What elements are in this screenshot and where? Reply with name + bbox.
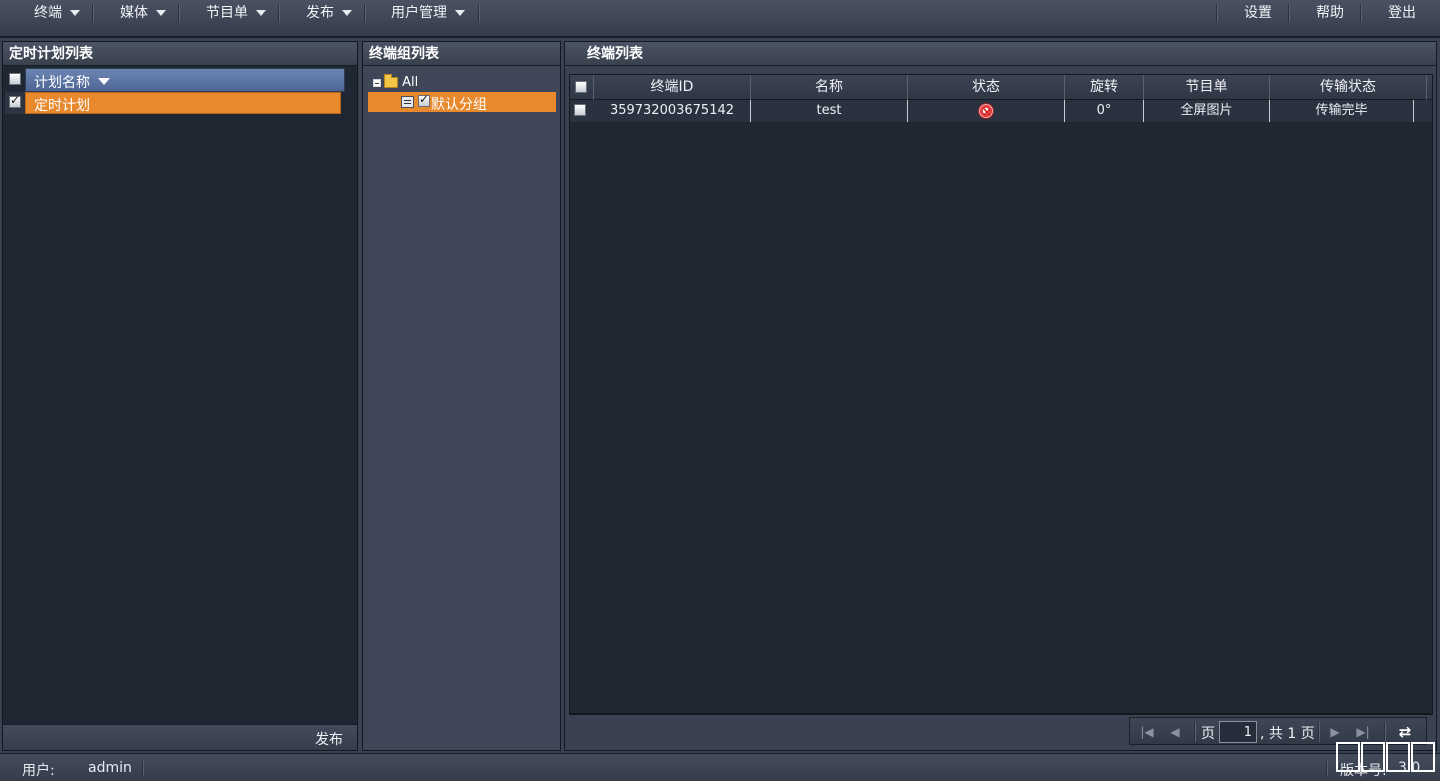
error-icon <box>978 101 994 123</box>
plan-row[interactable]: 定时计划 <box>25 92 341 114</box>
terminal-list-panel: 终端列表 终端ID 名称 状态 旋转 节目单 传输状态 359732003675… <box>564 41 1437 751</box>
menu-divider <box>1216 4 1217 22</box>
prev-page-icon[interactable]: ◀ <box>1166 723 1184 741</box>
plan-column-header-label: 计划名称 <box>34 75 90 91</box>
cell-name: test <box>751 100 908 122</box>
chevron-down-icon <box>70 10 80 16</box>
plan-select-all-checkbox[interactable] <box>9 73 21 85</box>
terminal-panel-title: 终端列表 <box>565 42 1436 66</box>
user-value: admin <box>88 760 132 776</box>
chevron-down-icon <box>256 10 266 16</box>
first-page-icon[interactable]: |◀ <box>1138 723 1156 741</box>
column-select-all <box>570 75 594 100</box>
cell-status <box>908 100 1065 123</box>
menu-user-management[interactable]: 用户管理 <box>391 0 465 26</box>
plan-row-checkbox[interactable] <box>9 93 21 108</box>
pager-divider <box>1318 722 1319 742</box>
page-number-input[interactable] <box>1219 721 1257 743</box>
row-checkbox-cell <box>570 100 594 122</box>
tree-node-default-group-label: 默认分组 <box>431 97 487 113</box>
column-header-status[interactable]: 状态 <box>908 75 1065 100</box>
menu-divider <box>178 4 179 22</box>
row-checkbox[interactable] <box>574 104 586 116</box>
group-panel-title: 终端组列表 <box>363 42 560 66</box>
chevron-down-icon <box>342 10 352 16</box>
refresh-icon[interactable]: ⇄ <box>1396 723 1414 741</box>
chevron-down-icon <box>455 10 465 16</box>
column-header-terminal-id[interactable]: 终端ID <box>594 75 751 100</box>
column-header-transfer-status[interactable]: 传输状态 <box>1270 75 1427 100</box>
plan-panel-title: 定时计划列表 <box>3 42 357 66</box>
sort-down-icon[interactable] <box>98 78 110 85</box>
pagination-controls: |◀ ◀ 页 , 共 1 页 ▶ ▶| ⇄ <box>1129 717 1427 745</box>
menu-playlist-label: 节目单 <box>206 5 248 21</box>
page-total-label: , 共 1 页 <box>1260 726 1315 742</box>
last-page-icon[interactable]: ▶| <box>1354 723 1372 741</box>
collapse-icon[interactable] <box>373 78 381 87</box>
pagination-bar: |◀ ◀ 页 , 共 1 页 ▶ ▶| ⇄ <box>569 714 1433 747</box>
page-label: 页 <box>1201 726 1215 742</box>
missing-glyph-overlay <box>1336 742 1436 781</box>
chevron-down-icon <box>156 10 166 16</box>
status-divider <box>142 760 143 776</box>
menu-publish[interactable]: 发布 <box>306 0 352 26</box>
plan-row-name: 定时计划 <box>34 98 90 114</box>
tree-node-all-label: All <box>402 75 419 90</box>
plan-panel-footer: 发布 <box>3 724 357 750</box>
plan-row-checkbox-cell <box>5 92 25 114</box>
user-label: 用户: <box>22 763 55 779</box>
group-list-panel: 终端组列表 All 默认分组 <box>362 41 561 751</box>
menu-help[interactable]: 帮助 <box>1316 0 1344 26</box>
terminal-table: 终端ID 名称 状态 旋转 节目单 传输状态 359732003675142 t… <box>569 74 1433 714</box>
menu-divider <box>1288 4 1289 22</box>
menu-publish-label: 发布 <box>306 5 334 21</box>
menu-terminal-label: 终端 <box>34 5 62 21</box>
top-menu-bar: 终端 媒体 节目单 发布 用户管理 设置 帮助 登出 <box>0 0 1440 38</box>
menu-divider <box>92 4 93 22</box>
column-header-rotation[interactable]: 旋转 <box>1065 75 1144 100</box>
table-row[interactable]: 359732003675142 test 0° 全屏图片 传输完毕 <box>570 100 1432 123</box>
publish-button[interactable]: 发布 <box>315 729 343 749</box>
missing-glyph-box <box>1361 742 1385 772</box>
pager-divider <box>1194 722 1195 742</box>
status-bar: 用户: admin 版本号: 3.0 <box>0 753 1440 781</box>
missing-glyph-box <box>1386 742 1410 772</box>
terminal-table-header: 终端ID 名称 状态 旋转 节目单 传输状态 <box>570 75 1432 100</box>
group-checkbox[interactable] <box>418 92 430 107</box>
menu-divider <box>1360 4 1361 22</box>
status-divider <box>1326 760 1327 776</box>
missing-glyph-box <box>1411 742 1435 772</box>
next-page-icon[interactable]: ▶ <box>1326 723 1344 741</box>
cell-terminal-id: 359732003675142 <box>594 100 751 122</box>
cell-playlist: 全屏图片 <box>1144 100 1270 122</box>
menu-user-management-label: 用户管理 <box>391 5 447 21</box>
menu-divider <box>478 4 479 22</box>
menu-divider <box>364 4 365 22</box>
plan-list-panel: 定时计划列表 计划名称 定时计划 发布 <box>2 41 358 751</box>
menu-terminal[interactable]: 终端 <box>34 0 80 26</box>
menu-logout[interactable]: 登出 <box>1388 0 1416 26</box>
menu-media[interactable]: 媒体 <box>120 0 166 26</box>
menu-playlist[interactable]: 节目单 <box>206 0 266 26</box>
terminal-select-all-checkbox[interactable] <box>575 81 587 93</box>
column-header-name[interactable]: 名称 <box>751 75 908 100</box>
cell-rotation: 0° <box>1065 100 1144 122</box>
menu-divider <box>278 4 279 22</box>
folder-icon <box>384 74 398 88</box>
pager-divider <box>1384 722 1385 742</box>
menu-media-label: 媒体 <box>120 5 148 21</box>
menu-settings[interactable]: 设置 <box>1244 0 1272 26</box>
tree-node-all[interactable]: All <box>373 74 419 90</box>
column-header-playlist[interactable]: 节目单 <box>1144 75 1270 100</box>
missing-glyph-box <box>1336 742 1360 772</box>
tree-node-default-group[interactable]: 默认分组 <box>368 92 556 113</box>
plan-column-header[interactable]: 计划名称 <box>25 68 345 92</box>
group-icon <box>401 96 414 108</box>
cell-transfer-status: 传输完毕 <box>1270 100 1414 122</box>
